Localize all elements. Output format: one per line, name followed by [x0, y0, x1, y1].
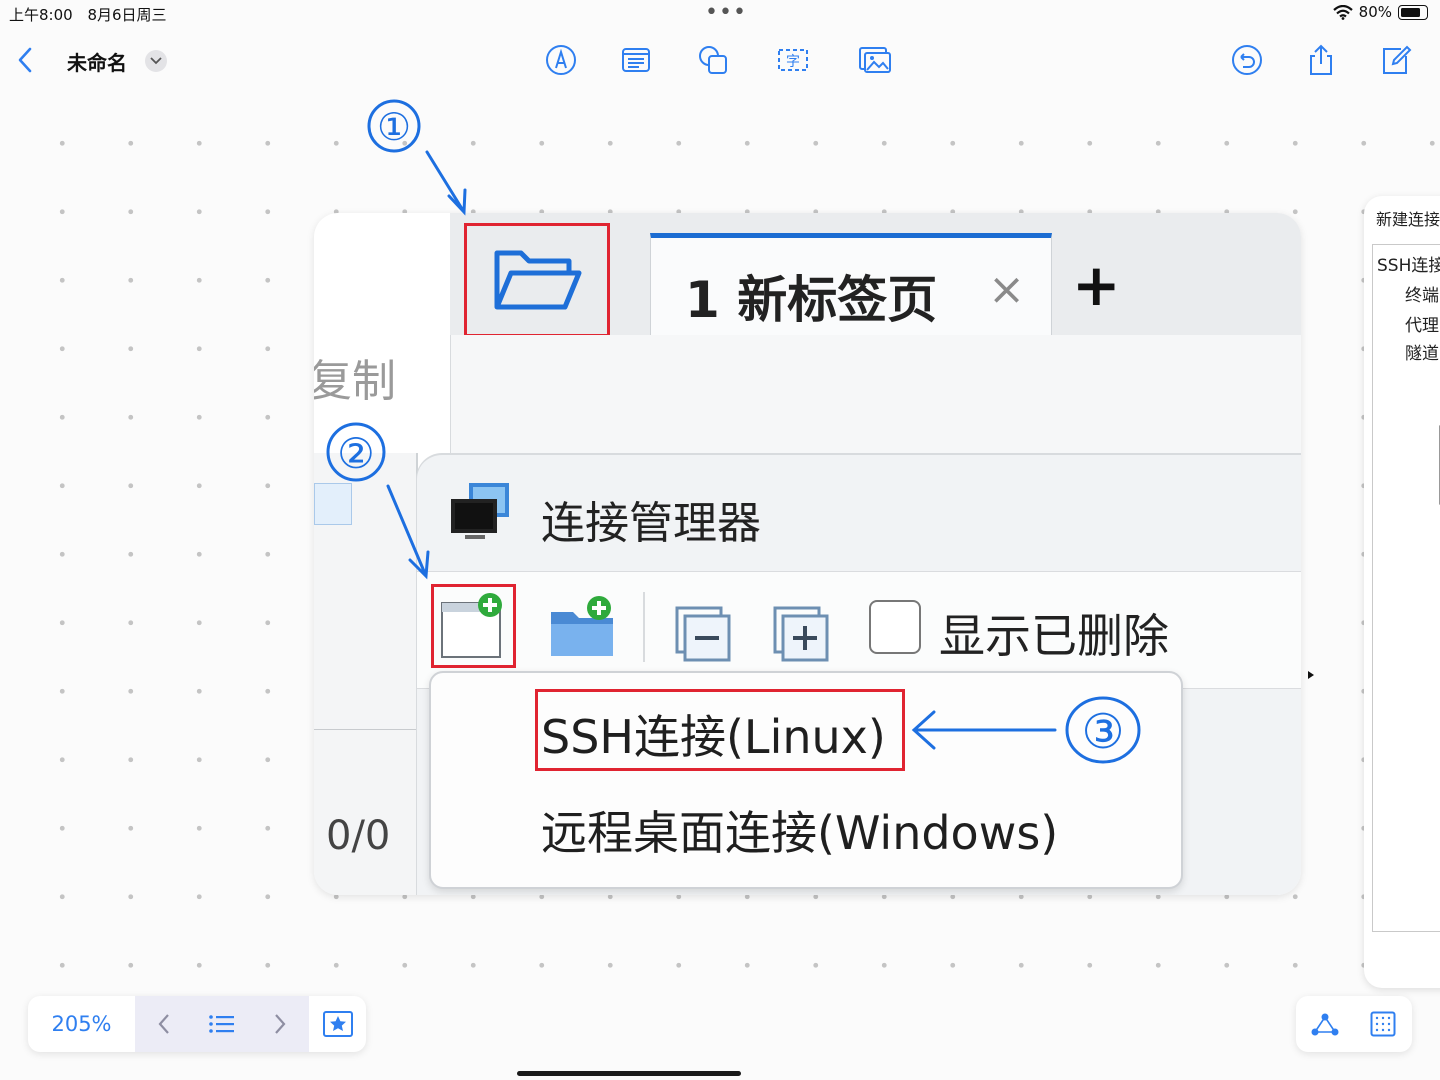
- peek-tree-item: 代理: [1405, 316, 1439, 336]
- back-button[interactable]: [4, 38, 48, 82]
- status-bar: 上午8:00 8月6日周三 ••• 80%: [0, 0, 1440, 28]
- status-date: 8月6日周三: [87, 6, 167, 24]
- new-tab-plus-icon[interactable]: +: [1072, 251, 1121, 319]
- expand-all-icon[interactable]: [773, 606, 831, 664]
- tab-new[interactable]: 1 新标签页 ×: [650, 233, 1052, 335]
- insert-media-button[interactable]: [853, 38, 897, 82]
- grid-toggle-button[interactable]: [1354, 996, 1412, 1052]
- next-scene-button[interactable]: [251, 996, 309, 1052]
- status-time-date: 上午8:00 8月6日周三: [9, 4, 177, 25]
- share-button[interactable]: [1299, 38, 1343, 82]
- home-indicator[interactable]: [517, 1071, 741, 1076]
- text-button[interactable]: 字: [771, 38, 815, 82]
- document-title[interactable]: 未命名: [67, 47, 127, 76]
- show-deleted-label: 显示已删除: [939, 609, 1169, 663]
- undo-icon: [1232, 45, 1262, 75]
- page-counter: 0/0: [326, 813, 391, 859]
- svg-text:字: 字: [786, 54, 800, 70]
- previous-scene-button[interactable]: [135, 996, 193, 1052]
- chevron-left-icon: [158, 1014, 169, 1034]
- zoom-level[interactable]: 205%: [28, 996, 135, 1052]
- battery-icon: [1398, 4, 1428, 20]
- scene-navigation: [135, 996, 309, 1052]
- text-box-button[interactable]: [614, 38, 658, 82]
- bottom-right-tools: [1296, 996, 1412, 1052]
- tab-close-icon[interactable]: ×: [988, 264, 1025, 315]
- undo-button[interactable]: [1225, 38, 1269, 82]
- toolbar-separator: [643, 592, 645, 662]
- show-deleted-checkbox[interactable]: [869, 600, 921, 654]
- chevron-right-icon: [275, 1014, 286, 1034]
- battery-level: [1401, 7, 1421, 17]
- peek-tree-item: SSH连接: [1377, 256, 1440, 276]
- pasted-screenshot[interactable]: 1 新标签页 × + 复制 0/0 连接管理器 显示已删除 SSH连接(Linu…: [314, 213, 1301, 895]
- new-board-button[interactable]: [1374, 38, 1418, 82]
- copy-label: 复制: [314, 356, 396, 407]
- shapes-icon: [699, 46, 727, 74]
- scene-list-button[interactable]: [193, 996, 251, 1052]
- top-toolbar: 未命名 字: [0, 38, 1440, 84]
- tab-label: 1 新标签页: [685, 271, 938, 329]
- zoom-navigation-bar: 205%: [28, 996, 366, 1052]
- connector-button[interactable]: [1296, 996, 1354, 1052]
- folder-open-icon: [494, 250, 582, 310]
- address-area: [450, 335, 1301, 454]
- peek-tree-item: 隧道: [1405, 344, 1439, 364]
- monitor-icon: [451, 483, 509, 539]
- battery-percent: 80%: [1358, 3, 1392, 21]
- open-folder-button-highlight[interactable]: [464, 223, 610, 337]
- text-char-icon: 字: [778, 49, 808, 71]
- menu-item-ssh[interactable]: SSH连接(Linux): [541, 701, 886, 767]
- status-right: 80%: [1332, 3, 1428, 21]
- share-icon: [1310, 44, 1332, 75]
- chevron-down-icon: [150, 57, 162, 65]
- pen-icon: [546, 45, 576, 75]
- peek-tree-panel: SSH连接 终端 代理 隧道: [1372, 244, 1440, 932]
- star-frame-icon: [323, 1011, 353, 1037]
- grid-icon: [1370, 1011, 1396, 1037]
- compose-icon: [1383, 45, 1412, 74]
- text-box-icon: [622, 48, 650, 72]
- connection-manager-title: 连接管理器: [541, 498, 761, 549]
- add-scene-button[interactable]: [309, 996, 366, 1052]
- left-input-field: [314, 483, 352, 525]
- collapse-all-icon[interactable]: [675, 606, 733, 664]
- new-connection-menu: SSH连接(Linux) 远程桌面连接(Windows): [429, 671, 1183, 889]
- list-icon: [209, 1015, 234, 1033]
- pen-tool-button[interactable]: [539, 38, 583, 82]
- side-screenshot-peek[interactable]: 新建连接 SSH连接 终端 代理 隧道: [1364, 196, 1440, 988]
- connector-icon: [1311, 1013, 1339, 1036]
- multitasking-dots-icon[interactable]: •••: [705, 0, 747, 25]
- chevron-left-icon: [18, 47, 32, 73]
- shapes-button[interactable]: [691, 38, 735, 82]
- photo-icon: [859, 47, 891, 73]
- new-window-icon: [441, 593, 502, 658]
- menu-item-rdp[interactable]: 远程桌面连接(Windows): [541, 797, 1058, 863]
- arrow-marker: [1308, 671, 1314, 679]
- status-time: 上午8:00: [9, 6, 73, 24]
- peek-title: 新建连接: [1376, 210, 1440, 229]
- new-folder-icon[interactable]: [547, 592, 621, 662]
- wifi-icon: [1332, 4, 1353, 20]
- peek-tree-item: 终端: [1405, 286, 1439, 306]
- new-connection-button-highlight[interactable]: [431, 584, 516, 668]
- divider: [314, 729, 416, 730]
- title-menu-button[interactable]: [145, 50, 167, 72]
